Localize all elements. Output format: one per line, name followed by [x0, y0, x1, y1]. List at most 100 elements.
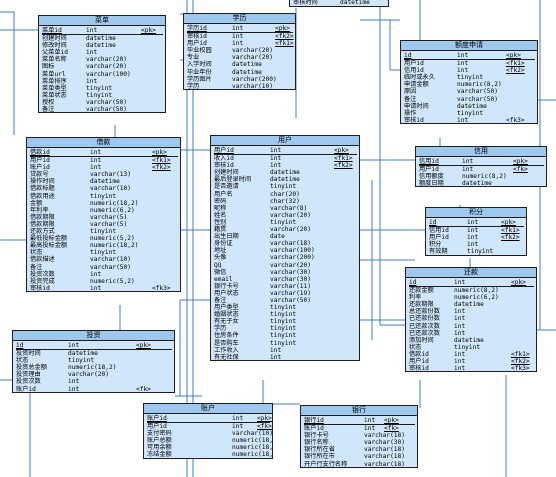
- column-row: QQ varchar(20): [214, 262, 357, 269]
- column-type: int: [462, 166, 474, 174]
- entity-repayment[interactable]: 还款 id int <pk> 还款金额 numeric(8,2) 利率 numeric(6,2…: [405, 267, 537, 373]
- column-type: date: [270, 233, 285, 241]
- column-name: 姓名: [214, 211, 227, 219]
- column-type: int: [68, 385, 80, 393]
- column-row: 投资次数 int: [16, 378, 172, 385]
- column-type: int: [467, 241, 479, 249]
- column-name: 备注: [214, 296, 227, 304]
- column-type: varchar(20): [86, 63, 127, 71]
- column-row: 用户名 char(20): [214, 191, 357, 198]
- column-name: 毕业年份: [187, 68, 212, 76]
- entity-credit[interactable]: 信用 信用id int <pk> 用户id int <fk> 信用额度 numeric(8,2)…: [415, 146, 547, 188]
- column-key: <fk2>: [152, 164, 171, 172]
- column-name: 借款期限: [30, 213, 55, 221]
- column-row: 借款id int <pk>: [30, 149, 178, 158]
- column-row: 毕业校园 varchar(20): [187, 47, 293, 54]
- column-type: datetime: [86, 35, 116, 43]
- column-type: datetime: [270, 176, 300, 184]
- column-type: int: [454, 308, 466, 316]
- entity-education[interactable]: 学历 学历id int <pk> 审核id int <fk2> 用户id int <fk1> 毕业校…: [183, 13, 296, 90]
- entity-borrow[interactable]: 借款 借款id int <pk> 用户id int <fk1> 账户id int <fk2> 贷款号…: [26, 137, 181, 292]
- column-type: int: [270, 346, 282, 354]
- entity-menu[interactable]: 菜单 菜单id int <pk> 创建时间 datetime 修改时间 datetime 父菜单…: [38, 15, 166, 114]
- column-name: 借款id: [409, 350, 429, 358]
- column-type: tinyint: [454, 343, 481, 351]
- column-name: 借款id: [30, 149, 50, 156]
- column-row: 图标 varchar(20): [42, 63, 163, 70]
- column-name: 菜单id: [42, 27, 62, 34]
- column-name: 借款期限: [30, 220, 55, 228]
- column-type: tinyint: [457, 74, 484, 82]
- column-key: <fk>: [136, 385, 151, 393]
- column-type: int: [270, 147, 282, 154]
- column-type: varchar(18): [364, 460, 405, 468]
- column-type: tinyint: [457, 109, 484, 117]
- column-name: 工作收入: [214, 346, 239, 354]
- column-name: 有无社保: [214, 353, 239, 361]
- column-name: 性别: [214, 218, 227, 226]
- column-row: 住房条件 tinyint: [214, 332, 357, 339]
- entity-investment[interactable]: 投资 id int <pk> 投资时间 datetime 状态 tinyint 投资总金额 num…: [12, 330, 175, 393]
- column-type: datetime: [68, 350, 98, 358]
- column-type: int: [90, 157, 102, 165]
- entity-quota-apply[interactable]: 额度申请 id int <pk> 用户id int <fk1> 信用id int <fk2> 临时或…: [400, 40, 538, 124]
- column-type: int: [457, 52, 469, 59]
- column-type: int: [454, 322, 466, 330]
- entity-user[interactable]: 用户 用户id int <pk> 收入id int <fk1> 审核id int <fk2> 创建时…: [210, 135, 360, 361]
- column-name: 投资次数: [16, 378, 41, 386]
- column-row: 银行id int <pk>: [304, 417, 415, 426]
- column-type: int: [232, 25, 244, 32]
- column-row: 审核id int <fk3>: [404, 117, 535, 123]
- column-type: tinyint: [86, 84, 113, 92]
- column-type: varchar(200): [232, 75, 277, 83]
- entity-top-partial[interactable]: 审核时间 datetime: [289, 0, 389, 8]
- column-type: int: [454, 279, 466, 286]
- column-name: 操作: [404, 109, 417, 117]
- column-type: int: [232, 33, 244, 41]
- column-type: varchar(10): [90, 256, 131, 264]
- column-type: tinyint: [270, 325, 297, 333]
- column-row: 借款id int <fk1>: [409, 351, 534, 358]
- entity-bank[interactable]: 银行 银行id int <pk> 账户id int <fk> 银行卡号 varchar(18) 银…: [300, 405, 418, 468]
- column-name: 学历id: [187, 25, 207, 32]
- entity-points[interactable]: 积分 id int <pk> 信用id int <fk1> 用户id int <fk2> 积分 int…: [425, 207, 527, 256]
- column-type: varchar(200): [270, 254, 315, 262]
- column-row: 头像 varchar(200): [214, 254, 357, 261]
- entity-account[interactable]: 账户 账户id int <pk> 用户id int <fk> 支付密码 varchar(10) 账…: [143, 403, 273, 459]
- column-type: varchar(18): [270, 240, 311, 248]
- column-row: 用户id int <pk>: [214, 147, 357, 156]
- column-type: datetime: [457, 102, 487, 110]
- column-name: QQ: [214, 261, 222, 269]
- column-type: varchar(11): [270, 282, 311, 290]
- column-type: int: [90, 270, 102, 278]
- column-type: numeric(18,2): [68, 364, 117, 372]
- column-name: 账户id: [16, 385, 36, 393]
- column-row: 菜单状态 tinyint: [42, 92, 163, 99]
- column-name: 昵称: [214, 204, 227, 212]
- column-type: char(20): [270, 190, 300, 198]
- column-key: <fk2>: [501, 234, 520, 242]
- column-name: 图标: [42, 63, 55, 71]
- column-type: varchar(10): [232, 430, 273, 438]
- column-row: 借款描述 varchar(10): [30, 256, 178, 263]
- column-row: 收入id int <fk1>: [214, 155, 357, 162]
- entity-title: 银行: [301, 406, 417, 416]
- column-row: 金额 numeric(18,2): [30, 200, 178, 207]
- column-row: id int <pk>: [16, 342, 172, 351]
- column-name: 用户名: [214, 190, 233, 198]
- column-row: 备注 varchar(50): [30, 264, 178, 271]
- column-type: varchar(5): [90, 213, 128, 221]
- column-row: 入学时间 datetime: [187, 61, 293, 68]
- column-row: 额度日期 datetime: [419, 180, 544, 186]
- column-row: 还款金额 numeric(8,2): [409, 287, 534, 294]
- entity-title: 菜单: [39, 16, 165, 26]
- column-name: 借款用途: [30, 192, 55, 200]
- column-type: int: [68, 342, 80, 349]
- column-name: 信用id: [419, 158, 439, 165]
- column-type: numeric(18,2): [90, 199, 139, 207]
- column-key: <fk3>: [152, 284, 171, 292]
- column-name: 菜单排序: [42, 77, 67, 85]
- column-row: 投资完成 numeric(5,2): [30, 278, 178, 285]
- column-key: <pk>: [257, 415, 272, 422]
- column-type: varchar(50): [457, 95, 498, 103]
